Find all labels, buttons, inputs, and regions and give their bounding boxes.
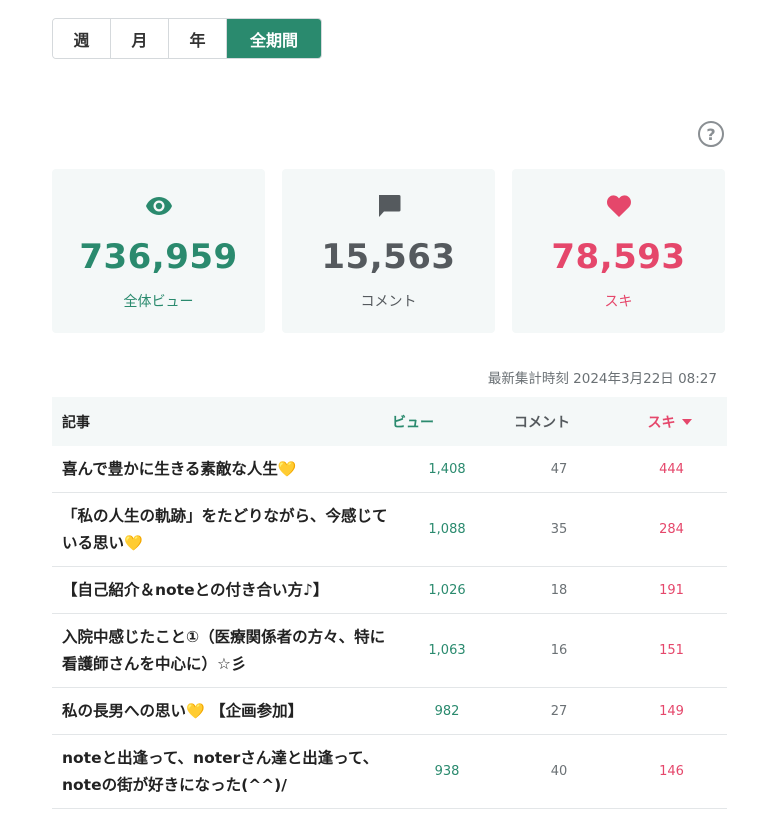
table-header: 記事 ビュー コメント スキ: [52, 397, 727, 446]
stats-page: 週 月 年 全期間 ? 736,959 全体ビュー 15,563 コメント 78…: [0, 0, 761, 813]
row-views: 938: [434, 764, 460, 779]
table-row: 喜んで豊かに生きる素敵な人生💛 1,408 47 444: [52, 446, 727, 493]
header-likes[interactable]: スキ: [612, 412, 727, 432]
period-tabs: 週 月 年 全期間: [52, 18, 322, 59]
question-circle-icon[interactable]: ?: [698, 121, 724, 147]
views-card: 736,959 全体ビュー: [52, 169, 265, 333]
eye-icon: [145, 193, 173, 219]
likes-total: 78,593: [551, 237, 686, 277]
row-comments: 18: [550, 582, 568, 598]
yellow-heart-icon: 💛: [277, 459, 297, 478]
header-views[interactable]: ビュー: [392, 412, 472, 432]
header-likes-label: スキ: [647, 414, 676, 431]
yellow-heart-icon: 💛: [124, 533, 143, 552]
row-views: 1,088: [428, 522, 466, 537]
table-row: noteと出逢って、noterさん達と出逢って、noteの街が好きになった(^^…: [52, 735, 727, 809]
table-row: 入院中感じたこと①（医療関係者の方々、特に看護師さんを中心に）☆彡 1,063 …: [52, 614, 727, 688]
heart-icon: [606, 193, 632, 219]
article-title-link[interactable]: 入院中感じたこと①（医療関係者の方々、特に看護師さんを中心に）☆彡: [52, 624, 392, 678]
header-article: 記事: [62, 414, 90, 431]
article-title-link[interactable]: 「私の人生の軌跡」をたどりながら、今感じている思い💛: [52, 503, 392, 557]
tab-year[interactable]: 年: [169, 19, 227, 58]
row-views: 1,026: [428, 582, 466, 598]
row-likes: 146: [659, 764, 684, 779]
header-comments[interactable]: コメント: [472, 412, 612, 432]
article-title-link[interactable]: 私の長男への思い💛 【企画参加】: [52, 698, 392, 725]
row-comments: 35: [550, 522, 568, 537]
article-title-link[interactable]: 【自己紹介＆noteとの付き合い方♪】: [52, 577, 392, 604]
row-comments: 40: [550, 764, 568, 779]
row-views: 982: [434, 703, 460, 719]
views-label: 全体ビュー: [123, 294, 194, 310]
stat-cards: 736,959 全体ビュー 15,563 コメント 78,593 スキ: [52, 169, 725, 333]
last-updated: 最新集計時刻 2024年3月22日 08:27: [487, 371, 717, 387]
views-total: 736,959: [79, 237, 238, 277]
tab-all-time[interactable]: 全期間: [227, 19, 321, 58]
comments-total: 15,563: [321, 237, 456, 277]
table-row: 私の長男への思い💛 【企画参加】 982 27 149: [52, 688, 727, 735]
row-likes: 149: [659, 703, 684, 719]
row-likes: 444: [659, 461, 684, 477]
row-likes: 284: [659, 522, 684, 537]
row-views: 1,063: [428, 643, 466, 658]
yellow-heart-icon: 💛: [186, 701, 205, 720]
likes-label: スキ: [604, 294, 633, 310]
table-row: 【自己紹介＆noteとの付き合い方♪】 1,026 18 191: [52, 567, 727, 614]
row-likes: 191: [659, 582, 684, 598]
row-likes: 151: [659, 643, 684, 658]
row-comments: 47: [550, 461, 568, 477]
row-views: 1,408: [428, 461, 466, 477]
comments-label: コメント: [360, 294, 417, 310]
table-row: 「私の人生の軌跡」をたどりながら、今感じている思い💛 1,088 35 284: [52, 493, 727, 567]
row-comments: 27: [550, 703, 568, 719]
tab-month[interactable]: 月: [111, 19, 169, 58]
articles-table: 記事 ビュー コメント スキ 喜んで豊かに生きる素敵な人生💛 1,408 47 …: [52, 397, 727, 809]
comment-icon: [376, 193, 402, 219]
tab-week[interactable]: 週: [53, 19, 111, 58]
likes-card: 78,593 スキ: [512, 169, 725, 333]
article-title-link[interactable]: noteと出逢って、noterさん達と出逢って、noteの街が好きになった(^^…: [52, 745, 392, 799]
comments-card: 15,563 コメント: [282, 169, 495, 333]
sort-caret-icon: [681, 418, 692, 425]
article-title-link[interactable]: 喜んで豊かに生きる素敵な人生💛: [52, 456, 392, 483]
row-comments: 16: [550, 643, 568, 658]
